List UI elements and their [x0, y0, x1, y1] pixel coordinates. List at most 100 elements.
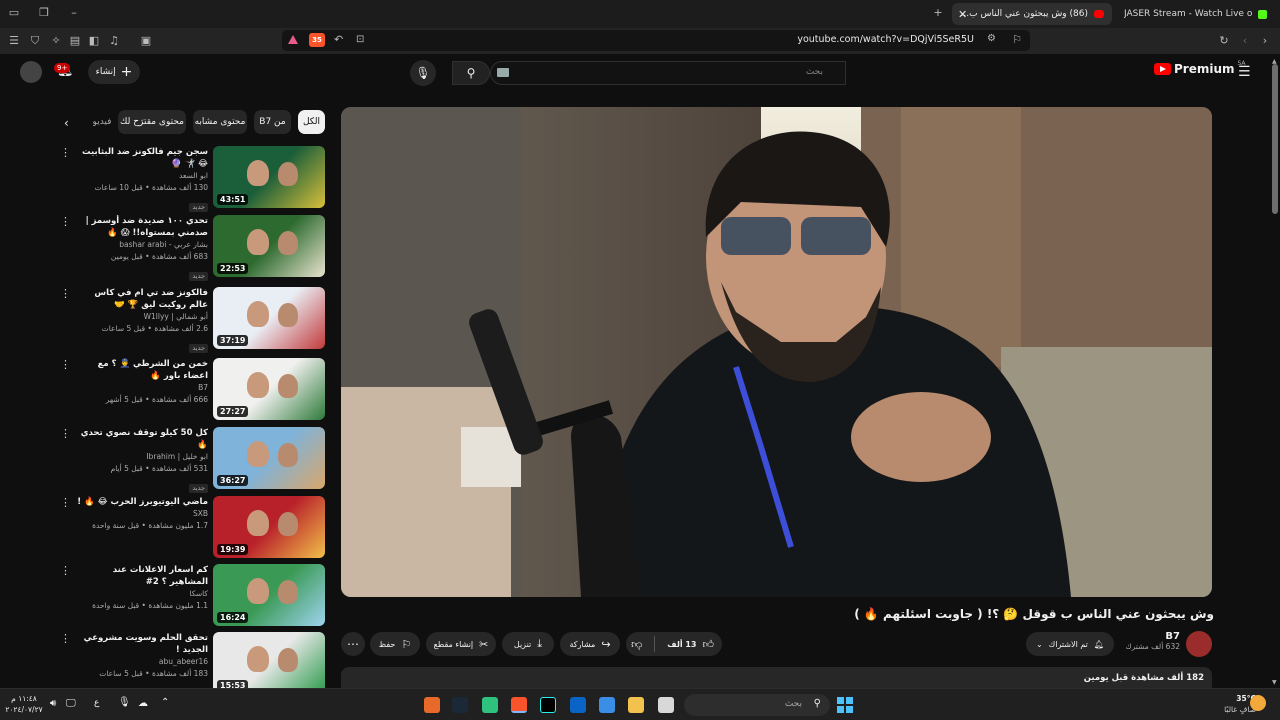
taskbar-app-icon[interactable]	[424, 697, 440, 713]
recommendation-item[interactable]: 22:53 تحدي ١٠٠ صديدة ضد أوسمز | صدمني بمس…	[60, 215, 326, 281]
chip-4[interactable]: فيديو	[93, 110, 111, 134]
video-player[interactable]	[341, 107, 1212, 597]
tabs-icon[interactable]: ▤	[67, 33, 83, 49]
rewards-icon[interactable]	[288, 35, 298, 44]
extensions-icon[interactable]: ✧	[48, 33, 64, 49]
more-options-icon[interactable]: ⋮	[60, 497, 71, 509]
url-text[interactable]: youtube.com/watch?v=DQjVi5SeR5U	[797, 34, 974, 45]
recommendation-title[interactable]: خمن من الشرطي 👮‍♂️ ؟ مع اعضاء باور 🔥	[76, 358, 208, 382]
more-options-icon[interactable]: ⋮	[60, 359, 71, 371]
restore-window-icon[interactable]: ❐	[36, 5, 52, 21]
recommendation-item[interactable]: 36:27 كل 50 كيلو توقف نصوي تحدي 🔥 ابو خليل…	[60, 427, 326, 493]
save-button[interactable]: ⚐ حفظ	[370, 632, 420, 656]
onedrive-icon[interactable]: ☁	[138, 698, 148, 709]
microphone-tray-icon[interactable]: 🎙︎	[118, 697, 131, 708]
sidebar-menu-icon[interactable]: ☰	[6, 33, 22, 49]
recommendation-item[interactable]: 16:24 كم اسعار الاعلانات عند المشاهير ؟ 2…	[60, 564, 326, 628]
channel-name[interactable]: B7	[1110, 631, 1180, 642]
avatar[interactable]	[20, 61, 42, 83]
recommendation-title[interactable]: كل 50 كيلو توقف نصوي تحدي 🔥	[76, 427, 208, 451]
recommendation-item[interactable]: 43:51 سجن جيم فالكونز ضد البثابيت 😂 🤺 🔮 اب…	[60, 146, 326, 212]
wallet-icon[interactable]: ▣	[138, 33, 154, 49]
like-count[interactable]: 13 ألف	[667, 640, 696, 649]
clock[interactable]: ١١:٤٨ م ٢٠٢٤/٠٧/٢٧	[4, 693, 44, 715]
undo-icon[interactable]: ↶	[334, 33, 343, 46]
file-explorer-icon[interactable]	[628, 697, 644, 713]
chip-2[interactable]: محتوى مشابه	[193, 110, 247, 134]
recommendation-thumbnail[interactable]: 36:27	[213, 427, 325, 489]
minimize-window-icon[interactable]: –	[66, 5, 82, 21]
recommendation-thumbnail[interactable]: 43:51	[213, 146, 325, 208]
scroll-down-icon[interactable]: ▼	[1272, 679, 1277, 686]
recommendation-channel[interactable]: ابو السعد	[76, 170, 208, 182]
screenshot-icon[interactable]: ⊡	[356, 34, 364, 45]
search-button[interactable]: ⚲	[452, 61, 490, 85]
recommendation-channel[interactable]: SXB	[76, 508, 208, 520]
recommendation-thumbnail[interactable]: 19:39	[213, 496, 325, 558]
recommendation-channel[interactable]: أبو شمالي | W1llyy	[76, 311, 208, 323]
tab-kick-stream[interactable]: JASER Stream - Watch Live on Kick	[1116, 3, 1276, 25]
tab-youtube-video[interactable]: (86) وش يبحثون عني الناس ب... ✕	[952, 3, 1112, 25]
new-tab-icon[interactable]: +	[930, 5, 946, 21]
weather-widget[interactable]: 35°C صافٍ غالبًا	[1206, 693, 1256, 715]
back-icon[interactable]: ›	[1257, 33, 1273, 49]
recommendation-title[interactable]: ماضي اليوتيوبرز الحرب 😂 🔥 !	[76, 496, 208, 508]
recommendation-title[interactable]: فالكونز ضد تي ام في كاس عالم روكيت ليق 🏆…	[76, 287, 208, 311]
recommendation-channel[interactable]: B7	[76, 382, 208, 394]
show-hidden-icons-icon[interactable]: ⌃	[161, 697, 169, 708]
youtube-logo[interactable]: Premium SA	[1154, 60, 1246, 76]
recommendation-thumbnail[interactable]: 27:27	[213, 358, 325, 420]
guide-menu-icon[interactable]: ☰	[1238, 64, 1251, 80]
more-options-icon[interactable]: ⋮	[60, 565, 71, 577]
bookmark-icon[interactable]: ⚐	[1012, 33, 1022, 46]
chip-1[interactable]: من B7	[254, 110, 291, 134]
taskbar-search[interactable]: بحث ⚲	[684, 694, 830, 716]
channel-avatar[interactable]	[1186, 631, 1212, 657]
brave-browser-icon[interactable]	[511, 697, 527, 713]
steam-icon[interactable]	[452, 697, 468, 713]
clip-button[interactable]: ✂ إنشاء مقطع	[426, 632, 496, 656]
create-button[interactable]: إنشاء +	[88, 60, 140, 84]
scrollbar-thumb[interactable]	[1272, 64, 1278, 214]
search-input[interactable]: بحث	[490, 61, 846, 85]
chip-0[interactable]: الكل	[298, 110, 325, 134]
recommendation-item[interactable]: 37:19 فالكونز ضد تي ام في كاس عالم روكيت …	[60, 287, 326, 353]
close-tab-icon[interactable]: ✕	[958, 8, 967, 21]
tiktok-icon[interactable]	[540, 697, 556, 713]
recommendation-title[interactable]: تحقق الحلم وسويت مشروعي الجديد !	[76, 632, 208, 656]
taskbar-app-icon[interactable]	[658, 697, 674, 713]
more-options-icon[interactable]: ⋮	[60, 428, 71, 440]
recommendation-thumbnail[interactable]: 37:19	[213, 287, 325, 349]
like-icon[interactable]: 👍︎	[703, 638, 715, 651]
share-button[interactable]: ↪ مشاركة	[560, 632, 620, 656]
download-button[interactable]: ⤓ تنزيل	[502, 632, 554, 656]
recommendation-item[interactable]: 27:27 خمن من الشرطي 👮‍♂️ ؟ مع اعضاء باور …	[60, 358, 326, 422]
recommendation-title[interactable]: كم اسعار الاعلانات عند المشاهير ؟ 2#	[76, 564, 208, 588]
recommendation-thumbnail[interactable]: 16:24	[213, 564, 325, 626]
recommendation-item[interactable]: 19:39 ماضي اليوتيوبرز الحرب 😂 🔥 ! SXB 1.7 م…	[60, 496, 326, 560]
start-button[interactable]	[837, 697, 853, 713]
voice-search-button[interactable]: 🎙︎	[410, 60, 436, 86]
network-icon[interactable]: 🖵	[66, 698, 76, 709]
shield-icon[interactable]: ⛉	[27, 33, 43, 49]
language-indicator[interactable]: ع	[94, 698, 99, 708]
recommendation-channel[interactable]: كاسكا	[76, 588, 208, 600]
recommendation-title[interactable]: تحدي ١٠٠ صديدة ضد أوسمز | صدمني بمستواه!…	[76, 215, 208, 239]
more-options-icon[interactable]: ⋮	[60, 147, 71, 159]
taskbar-app-icon[interactable]	[482, 697, 498, 713]
recommendation-title[interactable]: سجن جيم فالكونز ضد البثابيت 😂 🤺 🔮	[76, 146, 208, 170]
outlook-icon[interactable]	[570, 697, 586, 713]
address-bar[interactable]: 35 ↶ ⊡ youtube.com/watch?v=DQjVi5SeR5U ⚙…	[282, 30, 1030, 51]
site-settings-icon[interactable]: ⚙	[987, 33, 996, 44]
reload-icon[interactable]: ↻	[1216, 33, 1232, 49]
music-icon[interactable]: ♫	[106, 33, 122, 49]
recommendation-item[interactable]: 15:53 تحقق الحلم وسويت مشروعي الجديد ! abu…	[60, 632, 326, 698]
page-scrollbar[interactable]: ▲ ▼	[1270, 54, 1280, 688]
subscribed-button[interactable]: 🔔︎ تم الاشتراك ⌄	[1026, 632, 1114, 656]
more-actions-icon[interactable]: ⋯	[341, 632, 365, 656]
recommendation-thumbnail[interactable]: 22:53	[213, 215, 325, 277]
more-options-icon[interactable]: ⋮	[60, 633, 71, 645]
recommendation-channel[interactable]: ابو خليل | Ibrahim	[76, 451, 208, 463]
chips-scroll-left-icon[interactable]: ‹	[64, 116, 69, 130]
more-options-icon[interactable]: ⋮	[60, 216, 71, 228]
